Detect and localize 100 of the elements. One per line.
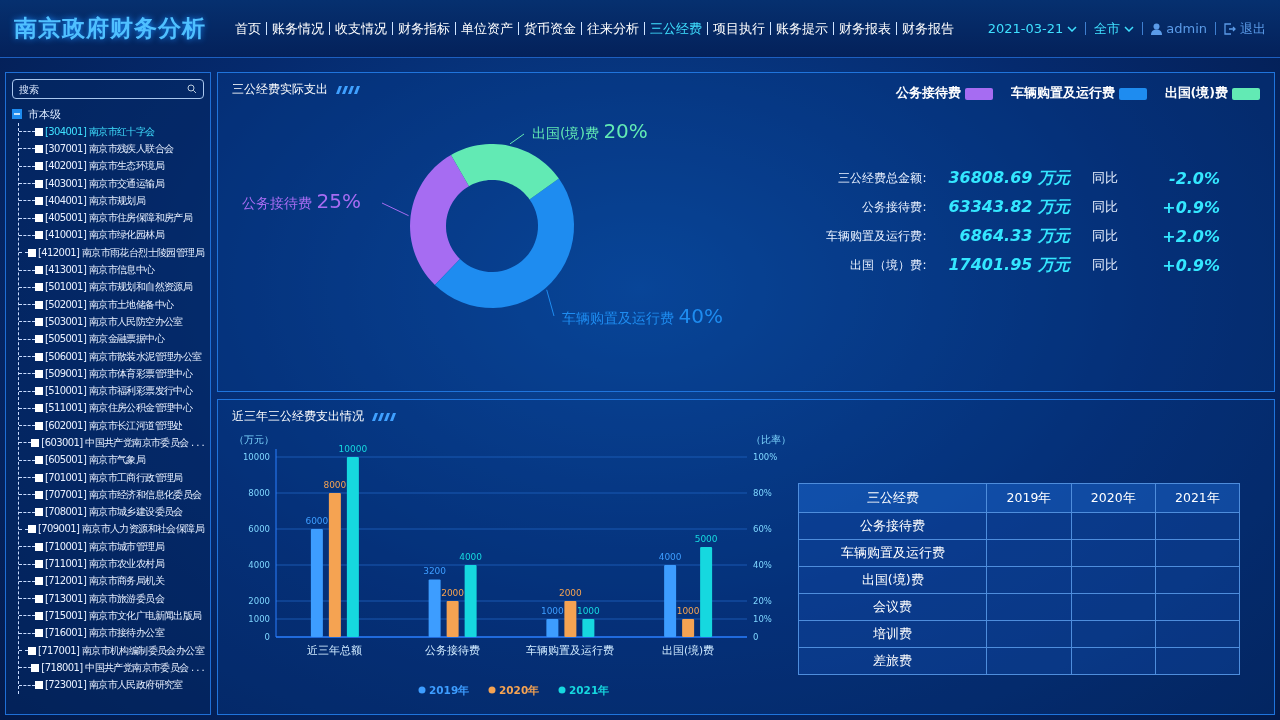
checkbox[interactable] xyxy=(35,421,43,430)
checkbox[interactable] xyxy=(35,560,43,569)
tree-item[interactable]: [511001] 南京住房公积金管理中心 xyxy=(45,401,193,416)
tree-item[interactable]: [602001] 南京市长江河道管理处 xyxy=(45,418,183,433)
tree-item[interactable]: [717001] 南京市机构编制委员会办公室 xyxy=(38,643,204,658)
tick-label: 0 xyxy=(753,632,759,642)
checkbox[interactable] xyxy=(35,681,43,690)
checkbox[interactable] xyxy=(35,490,43,499)
tree-item[interactable]: [709001] 南京市人力资源和社会保障局 xyxy=(38,522,204,537)
nav-link[interactable]: 收支情况 xyxy=(329,22,392,35)
tree-item[interactable]: [506001] 南京市散装水泥管理办公室 xyxy=(45,349,202,364)
tree-item[interactable]: [403001] 南京市交通运输局 xyxy=(45,176,164,191)
panel-title: 三公经费实际支出 xyxy=(232,81,328,98)
checkbox[interactable] xyxy=(31,663,40,672)
value-label: 1000 xyxy=(576,606,600,616)
collapse-icon[interactable] xyxy=(12,109,22,119)
tick-label: 6000 xyxy=(248,524,270,534)
checkbox[interactable] xyxy=(35,317,43,326)
checkbox[interactable] xyxy=(35,179,43,188)
change-value: +0.9% xyxy=(1161,198,1220,217)
checkbox[interactable] xyxy=(35,404,43,413)
tree-item[interactable]: [505001] 南京金融票据中心 xyxy=(45,332,164,347)
tree-item[interactable]: [723001] 南京市人民政府研究室 xyxy=(45,678,183,693)
tree-item[interactable]: [509001] 南京市体育彩票管理中心 xyxy=(45,366,193,381)
tree-item[interactable]: [501001] 南京市规划和自然资源局 xyxy=(45,280,193,295)
checkbox[interactable] xyxy=(35,144,43,153)
nav-link[interactable]: 单位资产 xyxy=(455,22,518,35)
nav-link[interactable]: 项目执行 xyxy=(707,22,770,35)
slice-label: 公务接待费 25% xyxy=(242,189,361,213)
checkbox[interactable] xyxy=(35,473,43,482)
tree-item[interactable]: [716001] 南京市接待办公室 xyxy=(45,626,164,641)
change-value: +0.9% xyxy=(1161,256,1220,275)
nav-link[interactable]: 货币资金 xyxy=(518,22,581,35)
nav-link[interactable]: 账务情况 xyxy=(266,22,329,35)
tree-item[interactable]: [710001] 南京市城市管理局 xyxy=(45,539,164,554)
tree-item[interactable]: [713001] 南京市旅游委员会 xyxy=(45,591,164,606)
checkbox[interactable] xyxy=(35,214,43,223)
checkbox[interactable] xyxy=(35,508,43,517)
tick-label: 1000 xyxy=(248,614,270,624)
search-field[interactable]: 搜索 xyxy=(12,79,204,99)
checkbox[interactable] xyxy=(35,335,43,344)
date-picker[interactable]: 2021-03-21 xyxy=(987,21,1078,36)
nav-link[interactable]: 财务报告 xyxy=(896,22,959,35)
region-select[interactable]: 全市 xyxy=(1094,19,1135,38)
tree-item[interactable]: [603001] 中国共产党南京市委员会 . . . xyxy=(41,436,204,450)
tree-item[interactable]: [502001] 南京市土地储备中心 xyxy=(45,297,174,312)
checkbox[interactable] xyxy=(35,542,43,551)
nav-link[interactable]: 首页 xyxy=(230,22,266,35)
checkbox[interactable] xyxy=(31,439,40,447)
checkbox[interactable] xyxy=(35,387,43,396)
nav-link[interactable]: 财务指标 xyxy=(392,22,455,35)
tree-item[interactable]: [510001] 南京市福利彩票发行中心 xyxy=(45,384,193,399)
checkbox[interactable] xyxy=(35,283,43,292)
nav-link[interactable]: 财务报表 xyxy=(833,22,896,35)
tree-item[interactable]: [405001] 南京市住房保障和房产局 xyxy=(45,211,193,226)
tick-label: 4000 xyxy=(248,560,270,570)
tree-item[interactable]: [605001] 南京市气象局 xyxy=(45,453,146,468)
tree-item[interactable]: [307001] 南京市残疾人联合会 xyxy=(45,141,174,156)
checkbox[interactable] xyxy=(35,266,43,274)
tree-item[interactable]: [701001] 南京市工商行政管理局 xyxy=(45,470,183,485)
user-link[interactable]: admin xyxy=(1151,21,1207,36)
nav-link[interactable]: 三公经费 xyxy=(644,22,707,35)
checkbox[interactable] xyxy=(35,611,43,620)
tree-item[interactable]: [404001] 南京市规划局 xyxy=(45,193,146,208)
tree-item[interactable]: [304001] 南京市红十字会 xyxy=(45,124,155,139)
tree-item[interactable]: [503001] 南京市人民防空办公室 xyxy=(45,314,183,329)
checkbox[interactable] xyxy=(28,525,37,534)
category-label: 车辆购置及运行费 xyxy=(526,644,615,656)
checkbox[interactable] xyxy=(28,646,37,655)
checkbox[interactable] xyxy=(35,594,43,603)
checkbox[interactable] xyxy=(35,352,43,361)
checkbox[interactable] xyxy=(35,369,43,378)
checkbox[interactable] xyxy=(35,300,43,309)
tree-node[interactable]: 市本级 xyxy=(28,106,61,122)
checkbox[interactable] xyxy=(35,127,43,136)
value-label: 4000 xyxy=(459,552,483,562)
tree-item[interactable]: [715001] 南京市文化广电新闻出版局 xyxy=(45,608,202,623)
logout-link[interactable]: 退出 xyxy=(1224,19,1266,38)
stat-amount: 36808.69 万元 xyxy=(948,168,1070,189)
tree-item[interactable]: [412001] 南京市雨花台烈士陵园管理局 xyxy=(38,245,204,260)
tree-item[interactable]: [711001] 南京市农业农村局 xyxy=(45,557,164,572)
tick-label: 60% xyxy=(753,524,772,534)
checkbox[interactable] xyxy=(35,629,43,638)
tick-label: 40% xyxy=(753,560,772,570)
tree-item[interactable]: [707001] 南京市经济和信息化委员会 xyxy=(45,487,202,502)
checkbox[interactable] xyxy=(35,196,43,205)
tree-item[interactable]: [718001] 中国共产党南京市委员会 . . . xyxy=(41,660,204,675)
bar xyxy=(428,579,441,637)
checkbox[interactable] xyxy=(35,577,43,586)
tree-item[interactable]: [402001] 南京市生态环境局 xyxy=(45,159,164,174)
nav-link[interactable]: 账务提示 xyxy=(770,22,833,35)
tree-item[interactable]: [413001] 南京市信息中心 xyxy=(45,263,155,277)
checkbox[interactable] xyxy=(35,456,43,465)
checkbox[interactable] xyxy=(35,162,43,171)
checkbox[interactable] xyxy=(28,248,37,257)
tree-item[interactable]: [712001] 南京市商务局机关 xyxy=(45,574,164,589)
tree-item[interactable]: [410001] 南京市绿化园林局 xyxy=(45,228,164,243)
tree-item[interactable]: [708001] 南京市城乡建设委员会 xyxy=(45,505,183,520)
checkbox[interactable] xyxy=(35,231,43,240)
nav-link[interactable]: 往来分析 xyxy=(581,22,644,35)
